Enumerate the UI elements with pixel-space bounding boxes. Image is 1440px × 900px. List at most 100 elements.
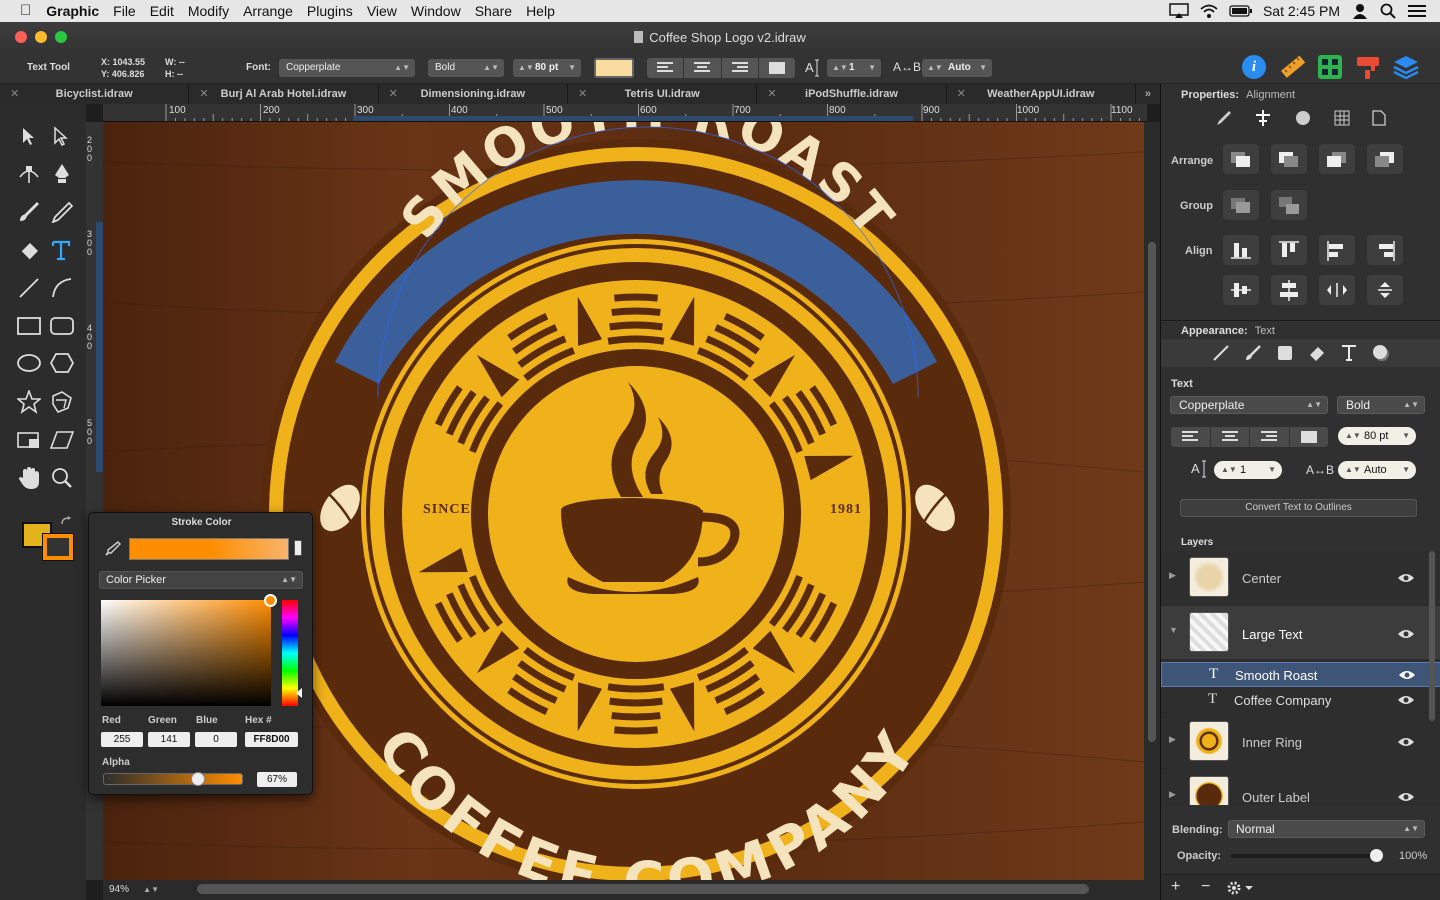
ungroup-button[interactable] <box>1271 190 1307 220</box>
table-icon[interactable] <box>1334 110 1350 126</box>
layers-scrollbar[interactable] <box>1429 551 1435 721</box>
panel-align-left-button[interactable] <box>1171 427 1211 447</box>
layer-row-large-text[interactable]: ▼ Large Text <box>1161 606 1440 660</box>
close-tab-icon[interactable]: ✕ <box>10 84 19 104</box>
horizontal-scroll-thumb[interactable] <box>197 884 1089 894</box>
alignment-icon[interactable] <box>1254 109 1272 127</box>
grid-icon[interactable] <box>1318 55 1342 79</box>
distribute-horizontal-button[interactable] <box>1319 275 1355 305</box>
alpha-slider-handle[interactable] <box>190 772 205 786</box>
align-left-edges-button[interactable] <box>1319 235 1355 265</box>
vertical-scrollbar[interactable] <box>1144 122 1160 880</box>
blending-mode-select[interactable]: Normal ▲▼ <box>1228 820 1425 838</box>
menu-arrange[interactable]: Arrange <box>243 0 293 22</box>
eraser-tool-icon[interactable] <box>18 239 40 261</box>
menu-view[interactable]: View <box>367 0 397 22</box>
color-picker-handle[interactable] <box>264 594 277 607</box>
layer-row-outer-label[interactable]: ▶ Outer Label <box>1161 770 1440 805</box>
align-justify-button[interactable] <box>759 58 795 78</box>
zoom-tool-icon[interactable] <box>51 467 73 489</box>
layers-icon[interactable] <box>1393 55 1419 79</box>
kerning-stepper[interactable]: ▲▼ Auto ▼ <box>922 59 992 77</box>
group-button[interactable] <box>1223 190 1259 220</box>
align-right-button[interactable] <box>722 58 759 78</box>
tab-tetris-ui[interactable]: ✕ Tetris UI.idraw <box>568 84 758 104</box>
layer-row-coffee-company[interactable]: T Coffee Company <box>1161 688 1440 713</box>
tab-ipodshuffle[interactable]: ✕ iPodShuffle.idraw <box>757 84 947 104</box>
direct-selection-arrow-icon[interactable] <box>51 126 71 146</box>
pen-tool-icon[interactable] <box>52 163 72 185</box>
style-brush-icon[interactable] <box>1356 54 1380 80</box>
disclosure-triangle-icon[interactable]: ▶ <box>1169 789 1176 800</box>
align-right-edges-button[interactable] <box>1367 235 1403 265</box>
apple-menu-icon[interactable]:  <box>20 0 31 22</box>
fill-icon[interactable] <box>1276 344 1294 362</box>
wifi-icon[interactable] <box>1199 3 1219 19</box>
horizontal-ruler[interactable]: 100 200 300 400 500 600 700 800 900 1000… <box>103 104 1147 122</box>
layer-row-center[interactable]: ▶ Center <box>1161 551 1440 605</box>
node-tool-icon[interactable] <box>18 163 40 185</box>
spotlight-search-icon[interactable] <box>1380 3 1396 19</box>
crop-tool-icon[interactable] <box>17 430 41 450</box>
tab-bicyclist[interactable]: ✕ Bicyclist.idraw <box>0 84 190 104</box>
rectangle-tool-icon[interactable] <box>17 316 41 336</box>
visibility-eye-icon[interactable] <box>1397 572 1415 584</box>
line-spacing-stepper[interactable]: ▲▼ 1 ▼ <box>827 59 881 77</box>
opacity-slider-handle[interactable] <box>1370 849 1383 862</box>
panel-align-center-button[interactable] <box>1211 427 1250 447</box>
layer-row-inner-ring[interactable]: ▶ Inner Ring <box>1161 715 1440 769</box>
font-family-select[interactable]: Copperplate ▲▼ <box>279 59 415 77</box>
horizontal-scrollbar[interactable]: 94% ▲▼ <box>103 880 1160 900</box>
tab-burj-al-arab[interactable]: ✕ Burj Al Arab Hotel.idraw <box>189 84 379 104</box>
send-to-back-button[interactable] <box>1367 144 1403 174</box>
zoom-level-select[interactable]: 94% ▲▼ <box>109 883 161 897</box>
red-field[interactable]: 255 <box>101 732 143 747</box>
color-swatch-mini[interactable] <box>294 540 302 556</box>
text-icon[interactable] <box>1340 344 1358 362</box>
menu-share[interactable]: Share <box>475 0 512 22</box>
star-tool-icon[interactable] <box>17 390 41 414</box>
convert-text-to-outlines-button[interactable]: Convert Text to Outlines <box>1180 499 1417 517</box>
remove-layer-icon[interactable]: − <box>1201 878 1210 896</box>
visibility-eye-icon[interactable] <box>1398 669 1416 681</box>
align-left-button[interactable] <box>647 58 685 78</box>
text-tool-icon[interactable] <box>50 239 72 261</box>
hand-tool-icon[interactable] <box>18 466 40 490</box>
distribute-vertical-button[interactable] <box>1367 275 1403 305</box>
eraser-icon[interactable] <box>1308 344 1326 362</box>
selection-arrow-icon[interactable] <box>19 126 39 146</box>
document-icon[interactable] <box>1372 110 1386 126</box>
tab-weatherappui[interactable]: ✕ WeatherAppUI.idraw <box>947 84 1136 104</box>
disclosure-triangle-icon[interactable]: ▶ <box>1169 734 1176 745</box>
opacity-slider[interactable] <box>1231 849 1383 862</box>
bring-to-front-button[interactable] <box>1223 144 1259 174</box>
panel-font-family-select[interactable]: Copperplate ▲▼ <box>1170 396 1328 414</box>
layer-options-gear-icon[interactable] <box>1227 880 1255 896</box>
app-menu[interactable]: Graphic <box>46 0 99 22</box>
panel-align-right-button[interactable] <box>1250 427 1290 447</box>
menu-help[interactable]: Help <box>526 0 555 22</box>
close-tab-icon[interactable]: ✕ <box>389 84 398 104</box>
hue-slider-handle[interactable] <box>296 688 302 698</box>
menu-file[interactable]: File <box>113 0 136 22</box>
align-center-button[interactable] <box>684 58 722 78</box>
current-stroke-color-bar[interactable] <box>129 538 289 560</box>
green-field[interactable]: 141 <box>148 732 190 747</box>
stroke-icon[interactable] <box>1212 344 1230 362</box>
disclosure-triangle-icon[interactable]: ▼ <box>1169 625 1178 635</box>
menu-window[interactable]: Window <box>411 0 461 22</box>
panel-line-spacing-stepper[interactable]: ▲▼ 1 ▼ <box>1214 461 1282 479</box>
menu-plugins[interactable]: Plugins <box>307 0 353 22</box>
menu-modify[interactable]: Modify <box>188 0 229 22</box>
panel-kerning-stepper[interactable]: ▲▼ Auto ▼ <box>1338 461 1416 479</box>
layer-row-smooth-roast[interactable]: T Smooth Roast <box>1161 662 1440 687</box>
text-color-swatch[interactable] <box>594 58 634 78</box>
arc-tool-icon[interactable] <box>51 277 73 299</box>
picker-mode-select[interactable]: Color Picker ▲▼ <box>99 571 303 589</box>
hex-field[interactable]: FF8D00 <box>245 732 298 747</box>
user-icon[interactable] <box>1352 3 1368 19</box>
transform-tool-icon[interactable] <box>50 390 74 414</box>
align-top-button[interactable] <box>1271 235 1307 265</box>
close-tab-icon[interactable]: ✕ <box>578 84 587 104</box>
battery-icon[interactable] <box>1229 4 1253 18</box>
